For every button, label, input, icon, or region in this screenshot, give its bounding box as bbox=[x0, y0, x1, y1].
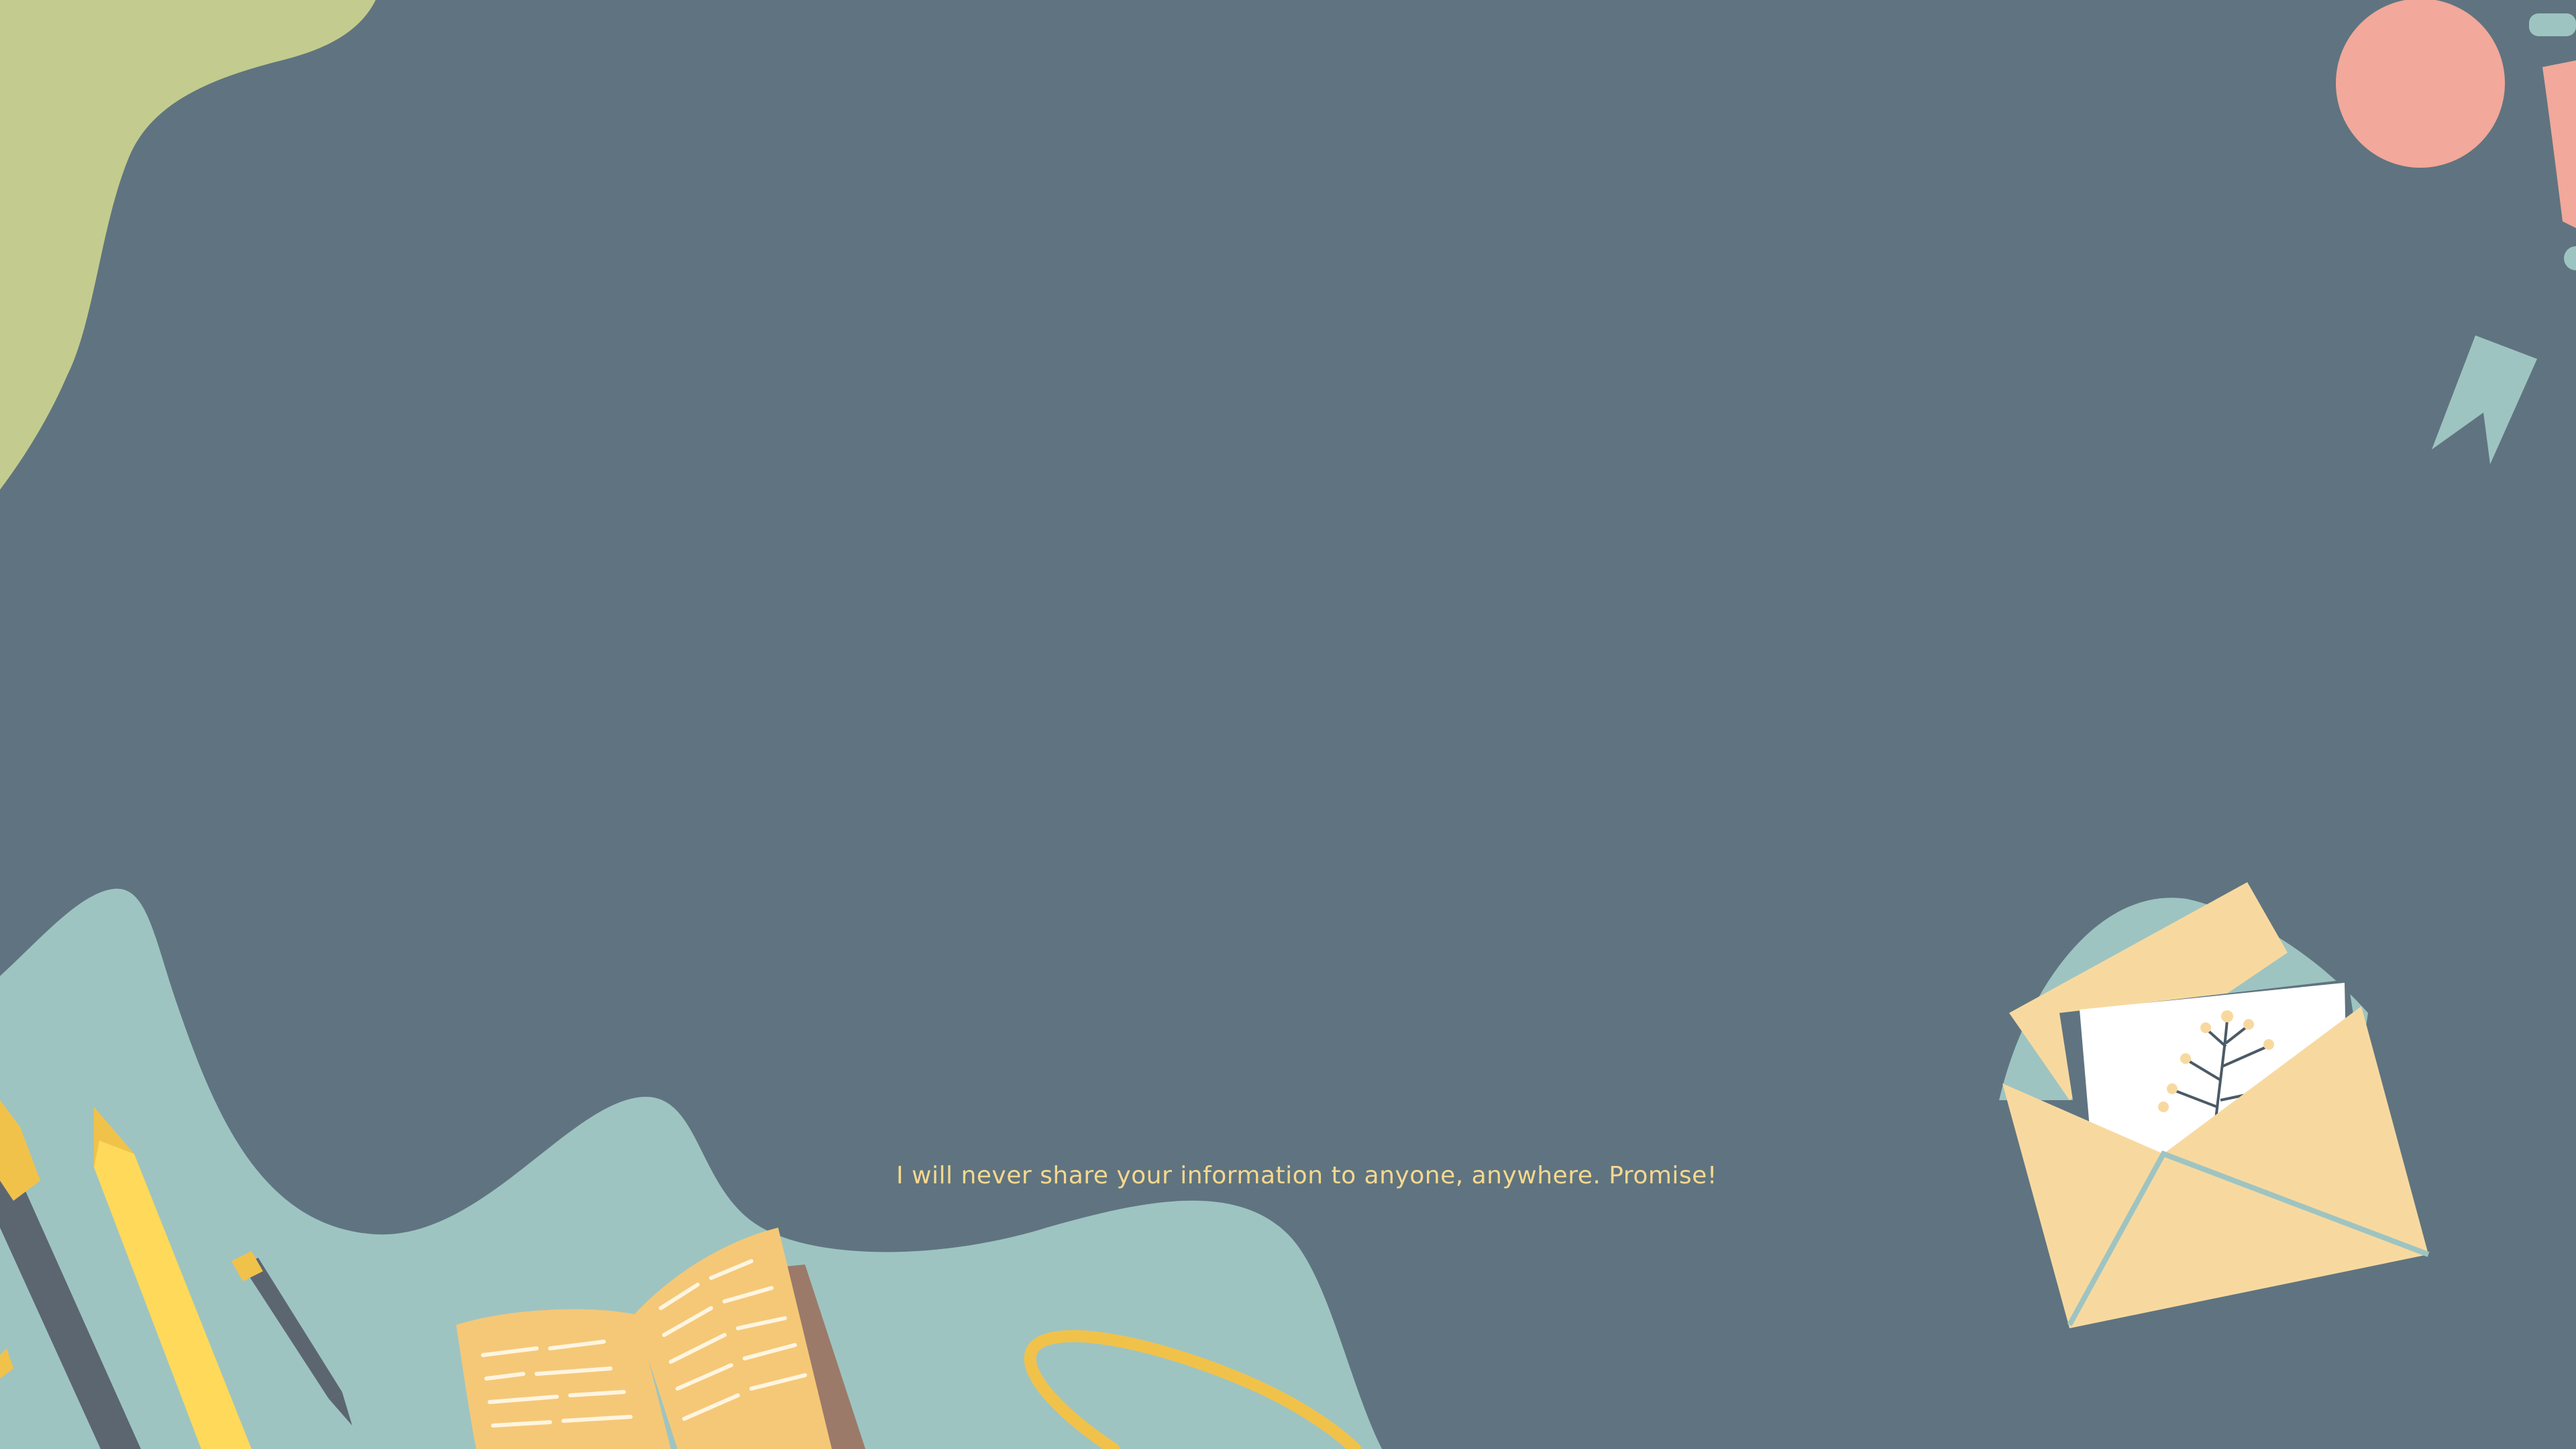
background-art bbox=[0, 0, 2576, 1449]
green-blob-top-left bbox=[0, 0, 376, 490]
teal-shape-right-edge bbox=[2529, 13, 2576, 36]
pink-shape-right-edge bbox=[2542, 60, 2576, 228]
privacy-promise-text: I will never share your information to a… bbox=[896, 1162, 1717, 1189]
envelope-with-card bbox=[1999, 882, 2430, 1328]
teal-bookmark-top-right bbox=[2432, 335, 2537, 464]
pink-circle-top-right bbox=[2336, 0, 2505, 168]
slide-canvas: I will never share your information to a… bbox=[0, 0, 2576, 1449]
teal-dot-right-edge bbox=[2564, 246, 2576, 270]
